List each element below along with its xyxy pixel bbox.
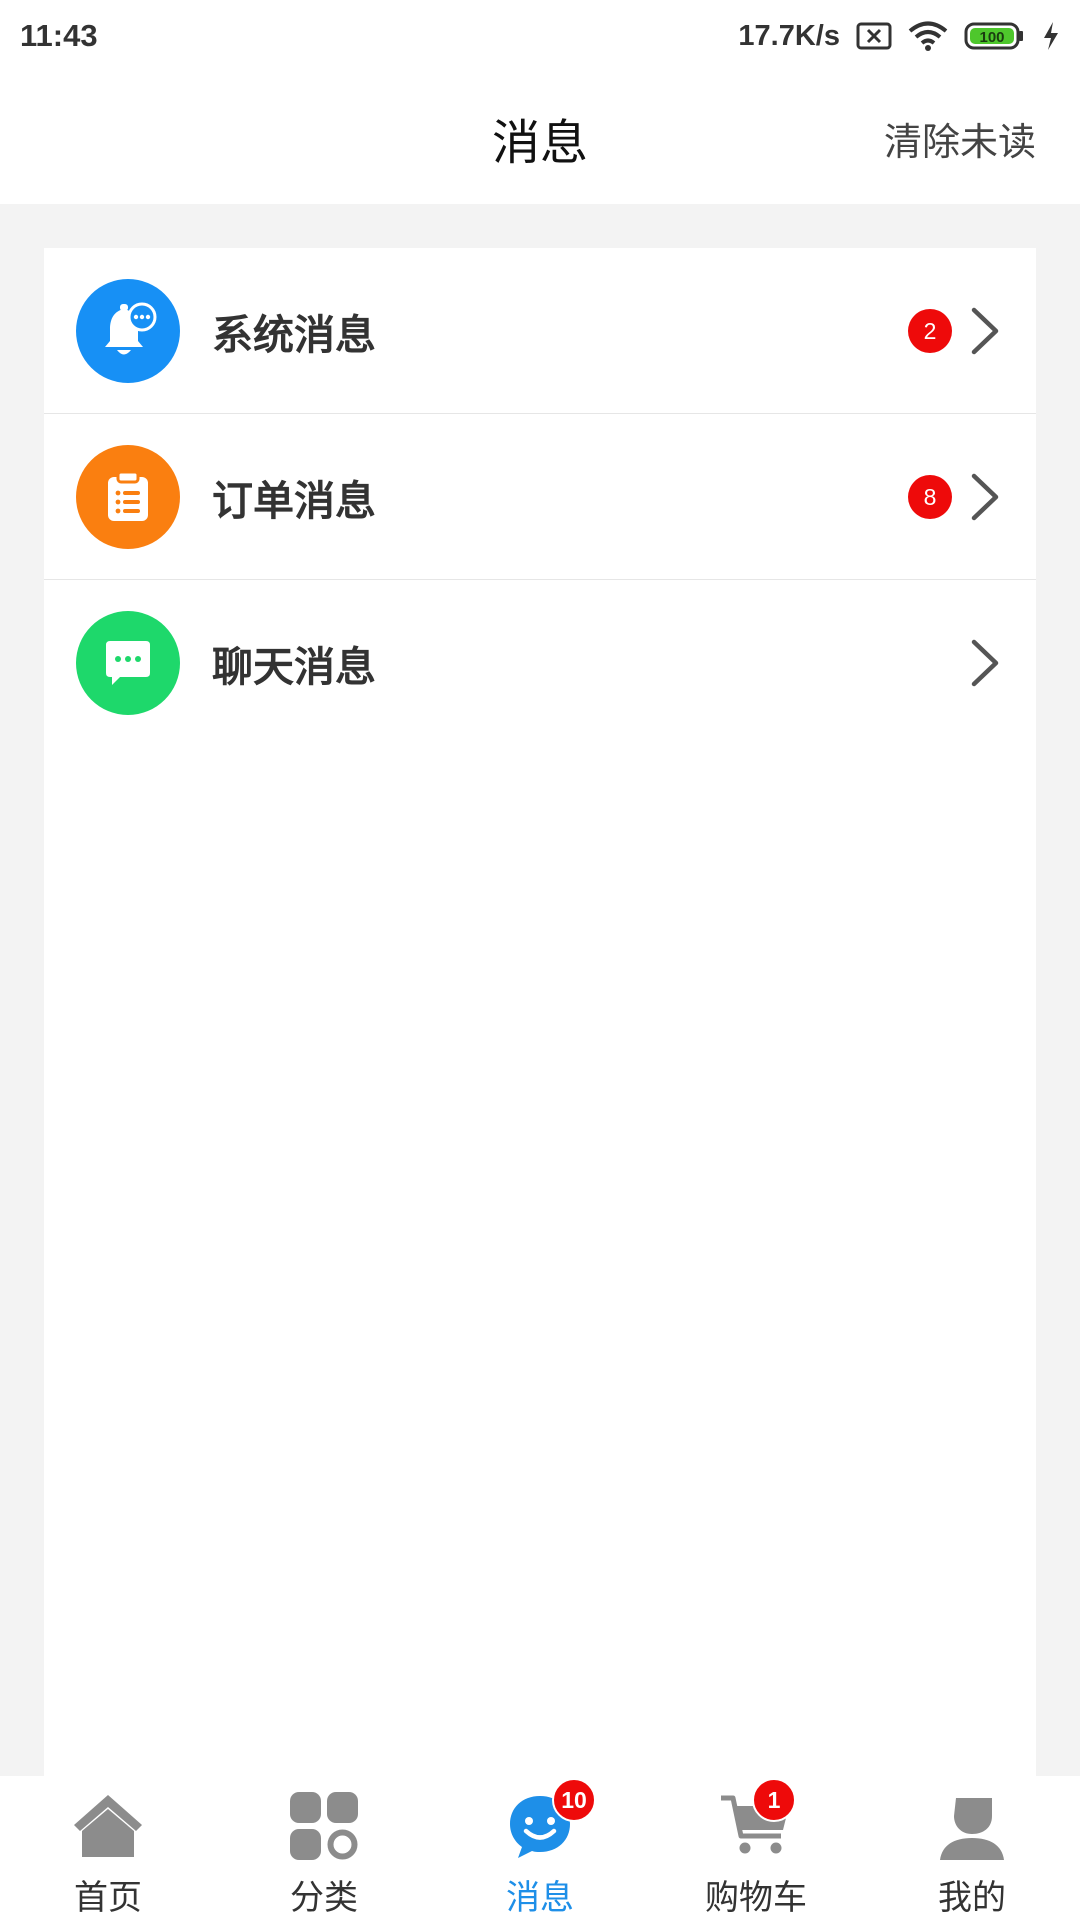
header-bar: 消息 清除未读 bbox=[0, 72, 1080, 204]
message-screen: 11:43 17.7K/s 100 消息 清除未读 系统消息 2 订单消息 8 … bbox=[0, 0, 1080, 1920]
bottom-tab-bar: 首页 分类 消息 10 购物车 1 我的 bbox=[0, 1776, 1080, 1920]
message-row-label: 聊天消息 bbox=[212, 643, 376, 691]
tab-label: 消息 bbox=[506, 1878, 574, 1918]
tab-home[interactable]: 首页 bbox=[0, 1776, 216, 1920]
message-row-chat[interactable]: 聊天消息 bbox=[44, 580, 1036, 746]
message-row-order[interactable]: 订单消息 8 bbox=[44, 414, 1036, 580]
tab-cart[interactable]: 购物车 1 bbox=[648, 1776, 864, 1920]
status-bar: 11:43 17.7K/s 100 bbox=[0, 0, 1080, 72]
tab-category[interactable]: 分类 bbox=[216, 1776, 432, 1920]
tab-profile[interactable]: 我的 bbox=[864, 1776, 1080, 1920]
status-indicators: 17.7K/s 100 bbox=[738, 20, 1060, 53]
tab-messages[interactable]: 消息 10 bbox=[432, 1776, 648, 1920]
clear-unread-button[interactable]: 清除未读 bbox=[884, 72, 1036, 204]
chevron-right-icon bbox=[971, 307, 999, 355]
tab-label: 首页 bbox=[74, 1878, 142, 1918]
tab-label: 我的 bbox=[938, 1878, 1006, 1918]
battery-icon: 100 bbox=[964, 21, 1026, 51]
home-icon bbox=[66, 1784, 150, 1868]
tab-label: 购物车 bbox=[705, 1878, 807, 1918]
message-row-label: 系统消息 bbox=[212, 311, 376, 359]
unread-badge: 8 bbox=[908, 475, 952, 519]
bell-icon bbox=[76, 279, 180, 383]
charging-icon bbox=[1042, 21, 1060, 51]
status-time: 11:43 bbox=[20, 18, 98, 53]
message-list: 系统消息 2 订单消息 8 聊天消息 bbox=[44, 248, 1036, 1778]
chevron-right-icon bbox=[971, 639, 999, 687]
profile-icon bbox=[930, 1784, 1014, 1868]
wifi-icon bbox=[908, 20, 948, 52]
chevron-right-icon bbox=[971, 473, 999, 521]
no-sim-icon bbox=[856, 22, 892, 50]
message-row-system[interactable]: 系统消息 2 bbox=[44, 248, 1036, 414]
tab-badge: 1 bbox=[752, 1778, 796, 1822]
battery-level: 100 bbox=[979, 29, 1004, 46]
message-row-label: 订单消息 bbox=[212, 477, 376, 525]
category-icon bbox=[282, 1784, 366, 1868]
tab-badge: 10 bbox=[552, 1778, 596, 1822]
tab-label: 分类 bbox=[290, 1878, 358, 1918]
network-speed: 17.7K/s bbox=[738, 19, 840, 52]
clipboard-icon bbox=[76, 445, 180, 549]
chat-icon bbox=[76, 611, 180, 715]
unread-badge: 2 bbox=[908, 309, 952, 353]
